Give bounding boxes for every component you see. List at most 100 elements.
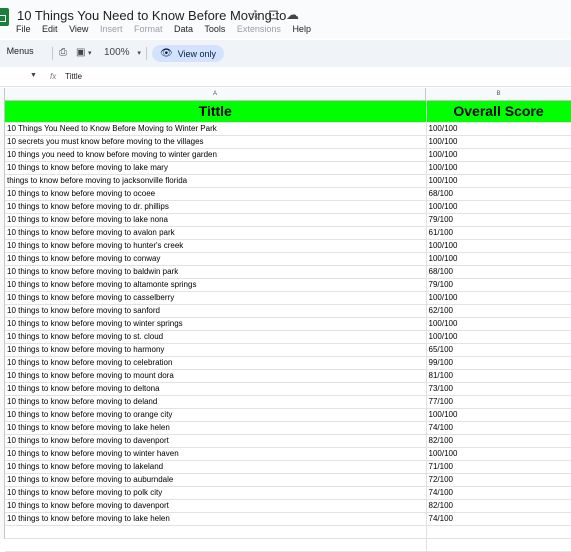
title-cell[interactable]: 10 Things You Need to Know Before Moving…: [5, 122, 427, 136]
score-cell[interactable]: 71/100: [426, 460, 571, 474]
move-folder-icon[interactable]: ⊡: [268, 8, 279, 22]
score-cell[interactable]: 62/100: [426, 304, 571, 318]
zoom-value: 100%: [104, 47, 130, 58]
table-row: 10 things to know before moving to lakel…: [5, 460, 571, 474]
title-cell[interactable]: 10 things to know before moving to mount…: [5, 369, 427, 383]
title-cell[interactable]: things to know before moving to jacksonv…: [5, 174, 427, 188]
score-cell[interactable]: 100/100: [426, 252, 571, 266]
title-cell[interactable]: 10 things to know before moving to baldw…: [5, 265, 427, 279]
title-cell[interactable]: 10 things to know before moving to casse…: [5, 291, 427, 305]
score-cell[interactable]: 73/100: [426, 382, 571, 396]
column-header-b[interactable]: B: [426, 88, 571, 101]
title-cell[interactable]: 10 things to know before moving to lakel…: [5, 460, 427, 474]
dropdown-arrow-icon: ▾: [137, 50, 141, 57]
title-cell[interactable]: 10 things to know before moving to lake …: [5, 161, 427, 175]
score-cell[interactable]: 100/100: [426, 174, 571, 188]
score-cell[interactable]: 82/100: [426, 434, 571, 448]
print-icon[interactable]: ⎙: [59, 47, 67, 58]
title-cell[interactable]: 10 things to know before moving to avalo…: [5, 226, 427, 240]
title-cell[interactable]: 10 things to know before moving to harmo…: [5, 343, 427, 357]
score-cell[interactable]: 79/100: [426, 213, 571, 227]
title-cell[interactable]: 10 things to know before moving to daven…: [5, 499, 427, 513]
score-cell[interactable]: 99/100: [426, 356, 571, 370]
menu-data[interactable]: Data: [174, 24, 193, 34]
zoom-select[interactable]: 100% ▾: [104, 47, 141, 58]
dropdown-arrow-icon[interactable]: ▼: [30, 72, 37, 79]
title-cell[interactable]: 10 things to know before moving to sanfo…: [5, 304, 427, 318]
score-cell[interactable]: 68/100: [426, 265, 571, 279]
header-cell-score[interactable]: Overall Score: [426, 101, 571, 123]
empty-cell[interactable]: [426, 538, 571, 552]
menu-edit[interactable]: Edit: [42, 24, 58, 34]
title-cell[interactable]: 10 secrets you must know before moving t…: [5, 135, 427, 149]
empty-cell[interactable]: [5, 538, 427, 552]
column-header-a[interactable]: A: [5, 88, 426, 101]
title-cell[interactable]: 10 things to know before moving to dr. p…: [5, 200, 427, 214]
formula-content[interactable]: Tittle: [65, 72, 82, 81]
sheets-logo-icon[interactable]: [0, 8, 9, 26]
score-cell[interactable]: 100/100: [426, 200, 571, 214]
title-cell[interactable]: 10 things to know before moving to delto…: [5, 382, 427, 396]
score-cell[interactable]: 68/100: [426, 187, 571, 201]
score-cell[interactable]: 100/100: [426, 408, 571, 422]
score-cell[interactable]: 100/100: [426, 122, 571, 136]
score-cell[interactable]: 77/100: [426, 395, 571, 409]
score-cell[interactable]: 81/100: [426, 369, 571, 383]
menu-format[interactable]: Format: [134, 24, 163, 34]
score-cell[interactable]: 100/100: [426, 135, 571, 149]
score-cell[interactable]: 100/100: [426, 148, 571, 162]
menu-tools[interactable]: Tools: [204, 24, 225, 34]
format-paint-icon[interactable]: ▣: [76, 47, 85, 58]
score-cell[interactable]: 100/100: [426, 317, 571, 331]
title-cell[interactable]: 10 things to know before moving to aubur…: [5, 473, 427, 487]
cloud-status-icon[interactable]: ☁: [286, 8, 299, 22]
score-cell[interactable]: 100/100: [426, 291, 571, 305]
title-cell[interactable]: 10 things to know before moving to ocoee: [5, 187, 427, 201]
title-cell[interactable]: 10 things you need to know before moving…: [5, 148, 427, 162]
score-cell[interactable]: 74/100: [426, 421, 571, 435]
menu-extensions[interactable]: Extensions: [237, 24, 281, 34]
table-row: 10 things to know before moving to avalo…: [5, 226, 571, 240]
title-cell[interactable]: 10 things to know before moving to celeb…: [5, 356, 427, 370]
score-cell[interactable]: 82/100: [426, 499, 571, 513]
dropdown-arrow-icon[interactable]: ▾: [88, 49, 92, 57]
header-cell-title[interactable]: Tittle: [5, 101, 427, 123]
score-cell[interactable]: 79/100: [426, 278, 571, 292]
menu-file[interactable]: File: [16, 24, 31, 34]
title-cell[interactable]: 10 things to know before moving to lake …: [5, 512, 427, 526]
title-cell[interactable]: 10 things to know before moving to daven…: [5, 434, 427, 448]
table-row: 10 things to know before moving to winte…: [5, 317, 571, 331]
score-cell[interactable]: 100/100: [426, 239, 571, 253]
score-cell[interactable]: 65/100: [426, 343, 571, 357]
title-cell[interactable]: 10 things to know before moving to orang…: [5, 408, 427, 422]
score-cell[interactable]: 74/100: [426, 486, 571, 500]
document-title[interactable]: 10 Things You Need to Know Before Moving…: [17, 8, 286, 23]
title-cell[interactable]: 10 things to know before moving to polk …: [5, 486, 427, 500]
score-cell[interactable]: 100/100: [426, 161, 571, 175]
menu-view[interactable]: View: [69, 24, 88, 34]
score-cell[interactable]: 61/100: [426, 226, 571, 240]
search-menus[interactable]: ⌕ Menus: [0, 46, 34, 57]
table-row: 10 secrets you must know before moving t…: [5, 135, 571, 149]
title-cell[interactable]: 10 things to know before moving to altam…: [5, 278, 427, 292]
menu-help[interactable]: Help: [292, 24, 311, 34]
title-cell[interactable]: 10 things to know before moving to lake …: [5, 421, 427, 435]
score-cell[interactable]: 100/100: [426, 330, 571, 344]
score-cell[interactable]: 72/100: [426, 473, 571, 487]
title-cell[interactable]: 10 things to know before moving to lake …: [5, 213, 427, 227]
title-cell[interactable]: 10 things to know before moving to hunte…: [5, 239, 427, 253]
title-cell[interactable]: 10 things to know before moving to delan…: [5, 395, 427, 409]
star-icon[interactable]: ☆: [249, 8, 261, 22]
title-cell[interactable]: 10 things to know before moving to conwa…: [5, 252, 427, 266]
table-row: 10 things to know before moving to mount…: [5, 369, 571, 383]
empty-cell[interactable]: [426, 525, 571, 539]
menu-insert[interactable]: Insert: [100, 24, 123, 34]
score-cell[interactable]: 100/100: [426, 447, 571, 461]
title-cell[interactable]: 10 things to know before moving to winte…: [5, 317, 427, 331]
title-cell[interactable]: 10 things to know before moving to st. c…: [5, 330, 427, 344]
table-row: 10 things to know before moving to daven…: [5, 499, 571, 513]
view-only-button[interactable]: 👁 View only: [152, 45, 224, 62]
empty-cell[interactable]: [5, 525, 427, 539]
score-cell[interactable]: 74/100: [426, 512, 571, 526]
title-cell[interactable]: 10 things to know before moving to winte…: [5, 447, 427, 461]
